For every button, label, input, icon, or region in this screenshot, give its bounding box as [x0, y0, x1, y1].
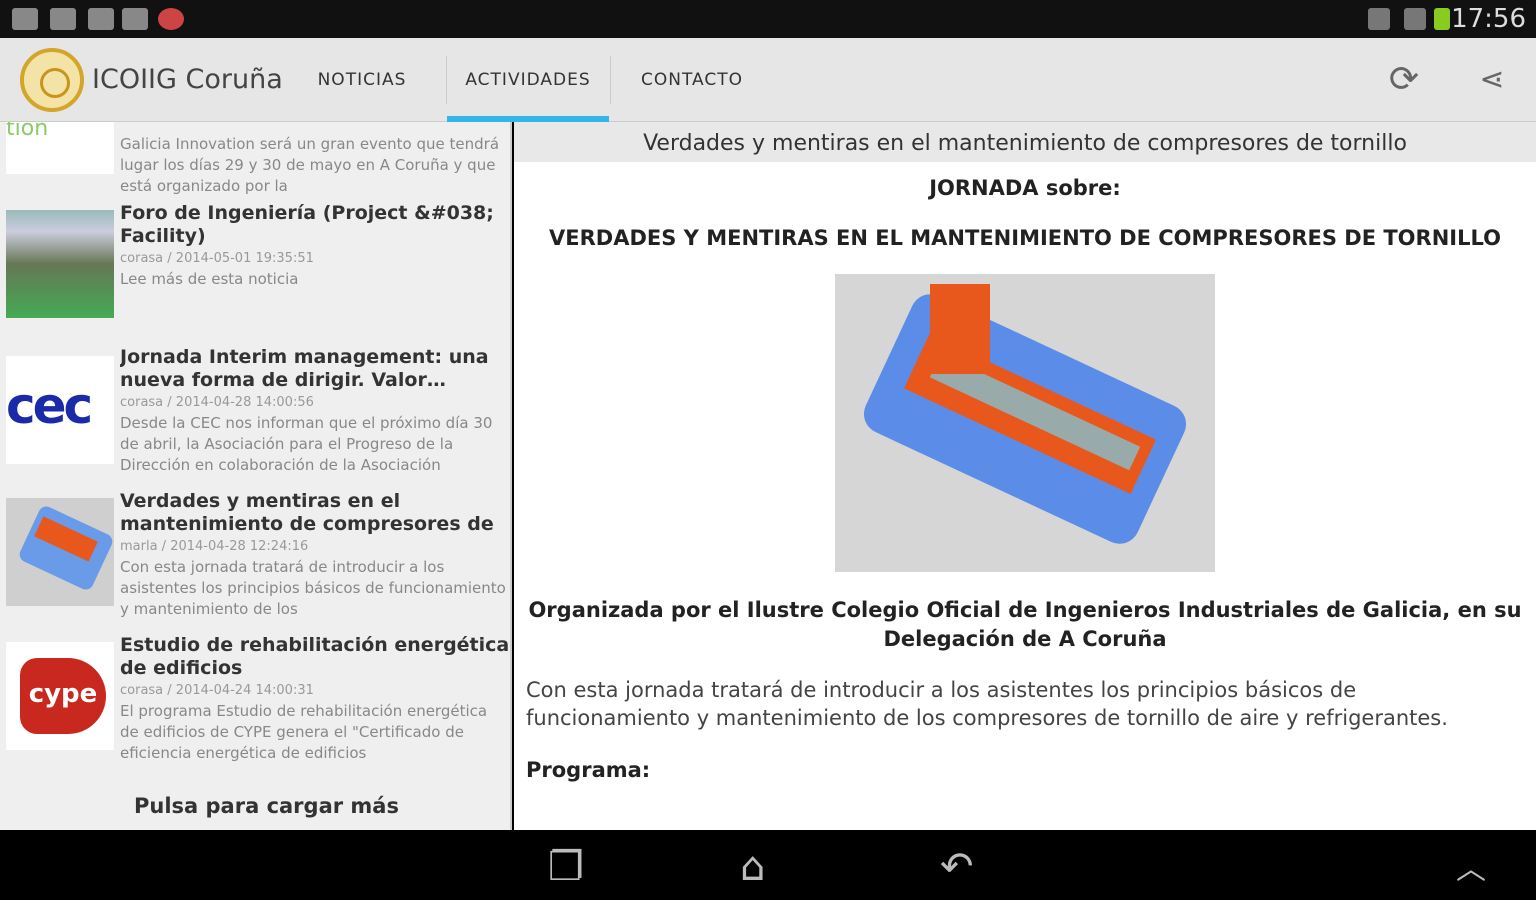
- battery-icon: [1434, 8, 1450, 30]
- detail-pane: Verdades y mentiras en el mantenimiento …: [514, 122, 1536, 830]
- item-title: Foro de Ingeniería (Project &#038; Facil…: [120, 202, 494, 247]
- logo-text: tion: [6, 122, 49, 141]
- shop-icon: [88, 8, 114, 30]
- home-icon[interactable]: ⌂: [740, 844, 765, 890]
- gallery-icon: [50, 8, 76, 30]
- compressor-image: [835, 274, 1215, 572]
- jornada-label: JORNADA sobre:: [929, 176, 1121, 200]
- mute-icon: [1368, 8, 1390, 30]
- mail-icon: [122, 8, 148, 30]
- cype-logo: cype: [6, 642, 114, 750]
- cec-logo: cec: [6, 356, 114, 464]
- programa-label: Programa:: [526, 758, 651, 782]
- tab-contacto[interactable]: CONTACTO: [630, 38, 754, 122]
- item-meta: corasa / 2014-04-24 14:00:31: [120, 683, 314, 698]
- item-title: Jornada Interim management: una nueva fo…: [120, 346, 489, 391]
- thumbnail: [6, 498, 114, 606]
- intro-text: Con esta jornada tratará de introducir a…: [526, 678, 1448, 730]
- item-description: Lee más de esta noticia: [120, 270, 299, 288]
- organizer-text: Organizada por el Ilustre Colegio Oficia…: [528, 598, 1522, 651]
- logo-text: cype: [20, 658, 106, 734]
- tab-divider: [610, 56, 611, 104]
- app-title: ICOIIG Coruña: [92, 64, 283, 95]
- navigation-bar: ❐ ⌂ ↶ ︿: [0, 830, 1536, 900]
- app-icon: [158, 8, 184, 30]
- logo-text: cec: [6, 377, 93, 435]
- item-meta: corasa / 2014-05-01 19:35:51: [120, 251, 314, 266]
- tab-actividades[interactable]: ACTIVIDADES: [447, 38, 609, 122]
- item-title: Verdades y mentiras en el mantenimiento …: [120, 490, 494, 535]
- item-description: El programa Estudio de rehabilitación en…: [120, 702, 488, 762]
- gmail-icon: [12, 8, 38, 30]
- wifi-icon: [1404, 8, 1426, 30]
- item-meta: marla / 2014-04-28 12:24:16: [120, 539, 309, 554]
- back-icon[interactable]: ↶: [940, 844, 974, 890]
- news-list[interactable]: tion Galicia Innovation será un gran eve…: [0, 122, 512, 830]
- detail-title: Verdades y mentiras en el mantenimiento …: [514, 122, 1536, 162]
- thumbnail: tion: [6, 122, 114, 174]
- clock: 17:56: [1451, 4, 1526, 34]
- status-bar: 17:56: [0, 0, 1536, 38]
- refresh-icon[interactable]: ⟳: [1382, 58, 1426, 102]
- load-more-button[interactable]: Pulsa para cargar más: [134, 794, 399, 818]
- detail-headline: VERDADES Y MENTIRAS EN EL MANTENIMIENTO …: [549, 226, 1501, 250]
- recent-apps-icon[interactable]: ❐: [548, 844, 584, 890]
- app-logo: [20, 48, 84, 112]
- share-icon[interactable]: ⋖: [1470, 58, 1514, 102]
- item-description: Con esta jornada tratará de introducir a…: [120, 558, 506, 618]
- menu-up-icon[interactable]: ︿: [1456, 844, 1486, 888]
- item-meta: corasa / 2014-04-28 14:00:56: [120, 395, 314, 410]
- tab-noticias[interactable]: NOTICIAS: [300, 38, 424, 122]
- thumbnail: [6, 210, 114, 318]
- item-description: Desde la CEC nos informan que el próximo…: [120, 414, 493, 474]
- item-title: Estudio de rehabilitación energética de …: [120, 634, 510, 679]
- action-bar: ICOIIG Coruña NOTICIAS ACTIVIDADES CONTA…: [0, 38, 1536, 122]
- item-description: Galicia Innovation será un gran evento q…: [120, 135, 500, 195]
